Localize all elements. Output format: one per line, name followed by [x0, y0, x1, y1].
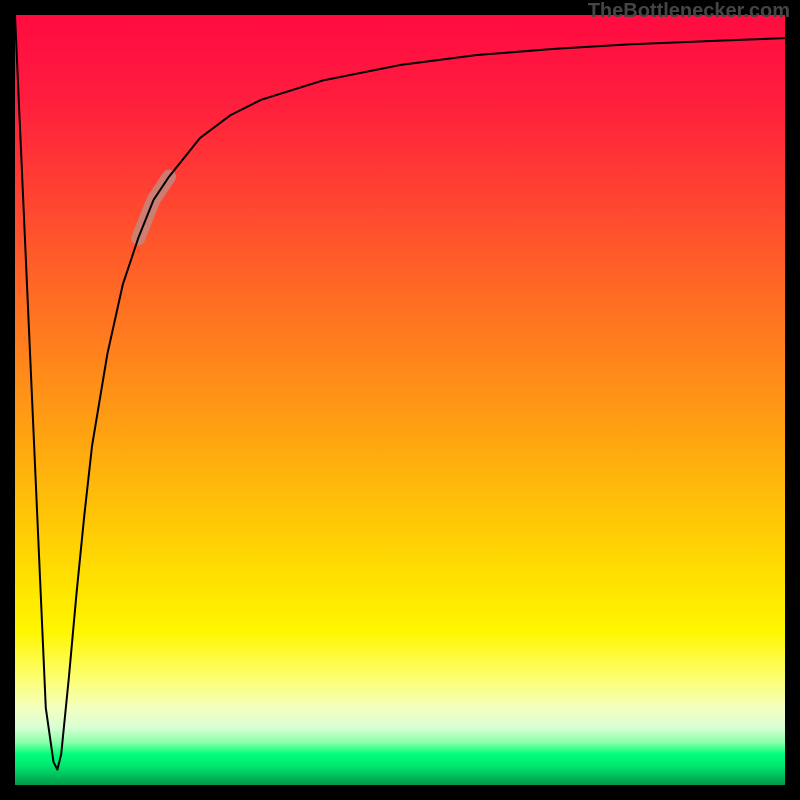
- source-label: TheBottlenecker.com: [588, 0, 790, 23]
- plot-area: [15, 15, 785, 785]
- chart-container: TheBottlenecker.com: [0, 0, 800, 800]
- curve-layer: [15, 15, 785, 785]
- bottleneck-curve: [15, 15, 785, 770]
